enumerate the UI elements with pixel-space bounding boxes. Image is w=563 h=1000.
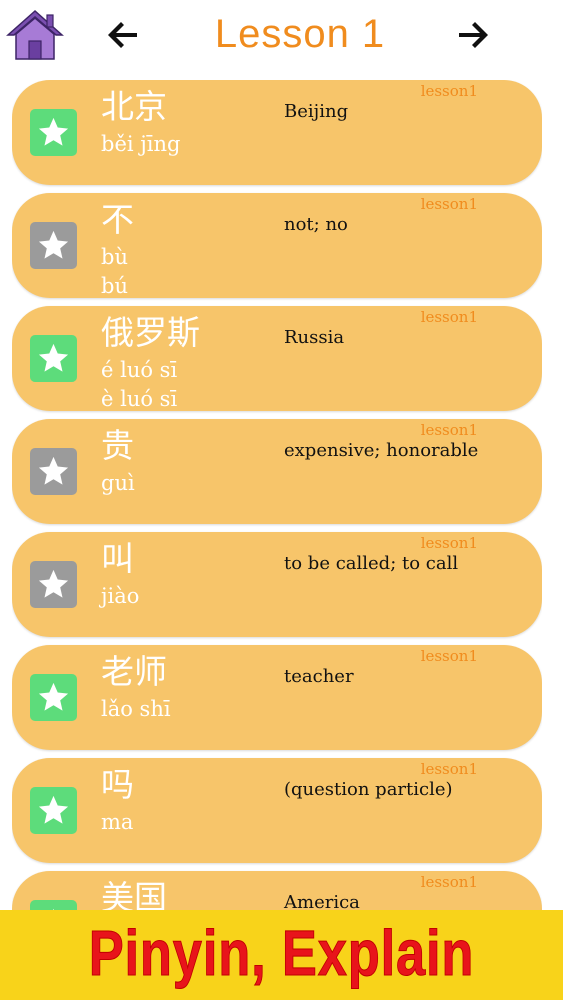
house-icon bbox=[6, 9, 64, 60]
meaning-text: America bbox=[284, 892, 360, 910]
favorite-toggle[interactable] bbox=[30, 222, 77, 269]
meaning-text: (question particle) bbox=[284, 779, 453, 800]
pinyin-text: jiào bbox=[101, 584, 140, 608]
arrow-left-icon bbox=[108, 22, 137, 48]
meaning-text: not; no bbox=[284, 214, 348, 235]
meaning-text: Russia bbox=[284, 327, 345, 348]
lesson-tag: lesson1 bbox=[420, 647, 478, 665]
star-icon bbox=[38, 117, 69, 146]
lesson-tag: lesson1 bbox=[420, 195, 478, 213]
vocabulary-list[interactable]: 北京 běi jīng Beijing lesson1 不 bù bú not;… bbox=[12, 80, 542, 910]
lesson-tag: lesson1 bbox=[420, 534, 478, 552]
lesson-tag: lesson1 bbox=[420, 82, 478, 100]
banner-text: Pinyin, Explain bbox=[88, 917, 475, 990]
page-title: Lesson 1 bbox=[214, 12, 386, 56]
promo-banner: Pinyin, Explain bbox=[0, 910, 563, 1000]
pinyin-text: běi jīng bbox=[101, 132, 181, 156]
hanzi-text: 俄罗斯 bbox=[101, 313, 200, 352]
pinyin-text: é luó sī bbox=[101, 358, 178, 382]
meaning-text: expensive; honorable bbox=[284, 440, 479, 461]
pinyin-text: bù bbox=[101, 245, 128, 269]
vocab-card[interactable]: 贵 guì expensive; honorable lesson1 bbox=[12, 419, 542, 524]
star-icon bbox=[38, 682, 69, 711]
meaning-text: Beijing bbox=[284, 101, 349, 122]
favorite-toggle[interactable] bbox=[30, 335, 77, 382]
arrow-right-icon bbox=[459, 22, 488, 48]
favorite-toggle[interactable] bbox=[30, 448, 77, 495]
pinyin-text: lǎo shī bbox=[101, 697, 171, 721]
vocab-card[interactable]: 老师 lǎo shī teacher lesson1 bbox=[12, 645, 542, 750]
star-icon bbox=[38, 569, 69, 598]
hanzi-text: 美国 bbox=[101, 878, 167, 911]
vocab-card[interactable]: 吗 ma (question particle) lesson1 bbox=[12, 758, 542, 863]
hanzi-text: 北京 bbox=[101, 87, 167, 126]
hanzi-text: 不 bbox=[101, 200, 134, 239]
lesson-tag: lesson1 bbox=[420, 308, 478, 326]
hanzi-text: 贵 bbox=[101, 426, 134, 465]
star-icon bbox=[38, 230, 69, 259]
vocab-card[interactable]: 不 bù bú not; no lesson1 bbox=[12, 193, 542, 298]
app-header: Lesson 1 bbox=[0, 0, 563, 76]
lesson-tag: lesson1 bbox=[420, 421, 478, 439]
star-icon bbox=[38, 343, 69, 372]
pinyin-text: guì bbox=[101, 471, 135, 495]
hanzi-text: 吗 bbox=[101, 765, 134, 804]
lesson-tag: lesson1 bbox=[420, 760, 478, 778]
favorite-toggle[interactable] bbox=[30, 561, 77, 608]
favorite-toggle[interactable] bbox=[30, 787, 77, 834]
star-icon bbox=[38, 795, 69, 824]
vocab-card[interactable]: 美国 America lesson1 bbox=[12, 871, 542, 910]
meaning-text: to be called; to call bbox=[284, 553, 459, 574]
pinyin-text-alt: è luó sī bbox=[101, 387, 178, 411]
meaning-text: teacher bbox=[284, 666, 354, 687]
prev-lesson-button[interactable] bbox=[106, 18, 140, 52]
favorite-toggle[interactable] bbox=[30, 109, 77, 156]
vocab-card[interactable]: 北京 běi jīng Beijing lesson1 bbox=[12, 80, 542, 185]
pinyin-text: ma bbox=[101, 810, 134, 834]
hanzi-text: 叫 bbox=[101, 539, 134, 578]
vocab-card[interactable]: 叫 jiào to be called; to call lesson1 bbox=[12, 532, 542, 637]
pinyin-text-alt: bú bbox=[101, 274, 128, 298]
favorite-toggle[interactable] bbox=[30, 900, 77, 910]
star-icon bbox=[38, 456, 69, 485]
lesson-tag: lesson1 bbox=[420, 873, 478, 891]
home-button[interactable] bbox=[6, 8, 64, 62]
hanzi-text: 老师 bbox=[101, 652, 167, 691]
vocab-card[interactable]: 俄罗斯 é luó sī è luó sī Russia lesson1 bbox=[12, 306, 542, 411]
favorite-toggle[interactable] bbox=[30, 674, 77, 721]
next-lesson-button[interactable] bbox=[456, 18, 490, 52]
